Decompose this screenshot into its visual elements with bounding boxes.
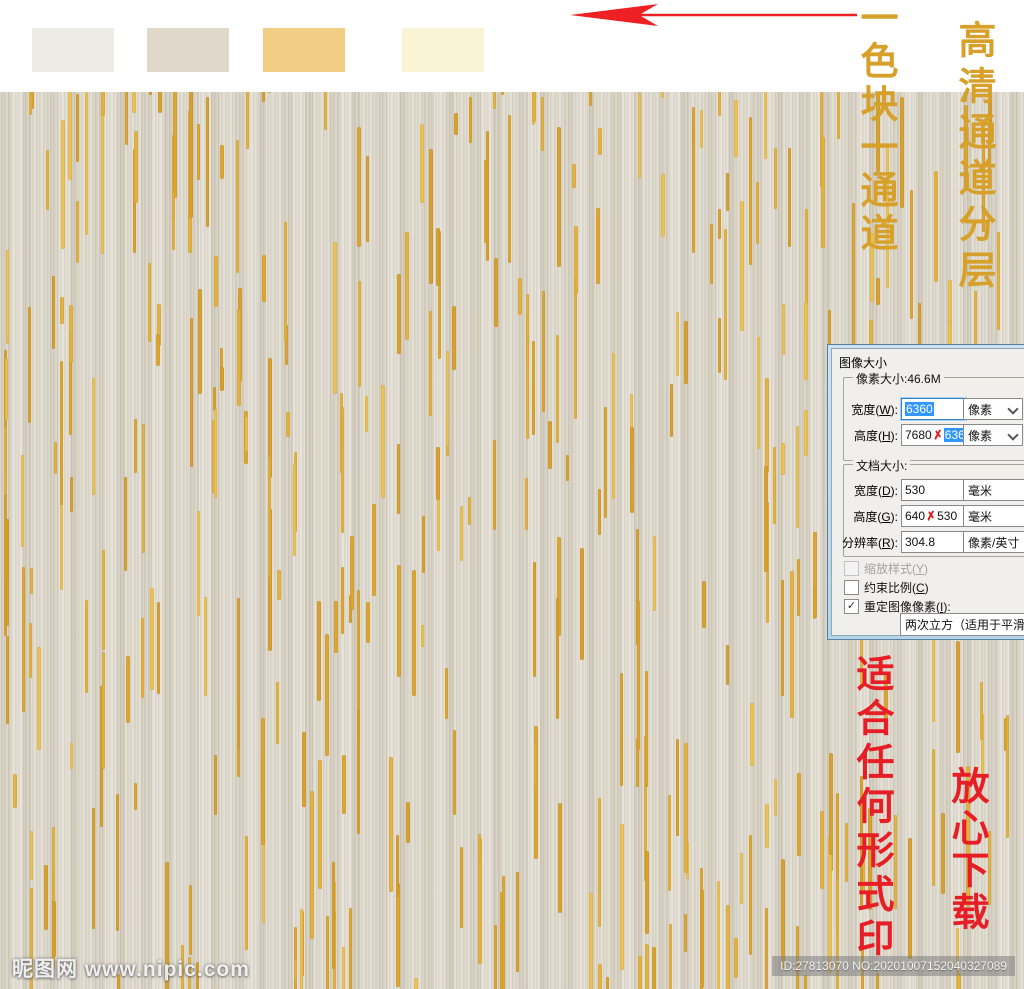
- site-name: 昵图网: [12, 958, 78, 981]
- page: 高清通道分层 一色块一通道 适合任何形式印 放心下载 图像大小 像素大小:46.…: [0, 0, 1024, 989]
- doc-width-input[interactable]: 530: [901, 479, 966, 501]
- image-id-badge: ID:27813070 NO:20201007152040327089: [772, 956, 1015, 976]
- resample-method-select[interactable]: 两次立方（适用于平滑渐变: [900, 613, 1024, 636]
- resolution-label: 分辨率(R):: [841, 536, 898, 550]
- doc-height-unit-select[interactable]: 毫米: [963, 505, 1024, 527]
- doc-height-unit-value: 毫米: [968, 509, 993, 524]
- pixel-width-unit-value: 像素: [968, 402, 993, 417]
- strikeout-x-icon: ✗: [931, 427, 944, 443]
- document-size-group-label: 文档大小:: [853, 457, 911, 474]
- dialog-title: 图像大小: [839, 356, 888, 370]
- nipic-watermark: 昵图网 www.nipic.com: [12, 953, 250, 983]
- resample-method-value: 两次立方（适用于平滑渐变: [905, 618, 1024, 632]
- callout-one-block-one-channel: 一色块一通道: [854, 0, 899, 256]
- doc-height-new-value: 530: [937, 509, 958, 523]
- dialog-body: 图像大小 像素大小:46.6M 宽度(W): 6360 像素 高度(H): 76…: [831, 348, 1024, 636]
- strikeout-x-icon: ✗: [925, 508, 938, 524]
- checkbox-checked-icon: ✓: [844, 599, 859, 614]
- checkbox-icon: [844, 561, 859, 576]
- pixel-width-unit-select[interactable]: 像素: [963, 398, 1023, 420]
- pixel-height-unit-value: 像素: [968, 428, 993, 443]
- doc-width-unit-select[interactable]: 毫米: [963, 479, 1024, 501]
- doc-width-label: 宽度(D):: [853, 484, 898, 498]
- chevron-down-icon: [1007, 429, 1019, 441]
- pixel-height-input[interactable]: 7680 ✗ 6360: [901, 424, 966, 446]
- doc-height-input[interactable]: 640 ✗ 530: [901, 505, 966, 527]
- constrain-proportions-label: 约束比例(C): [864, 581, 929, 595]
- resolution-input[interactable]: 304.8: [901, 531, 966, 553]
- checkbox-icon: [844, 580, 859, 595]
- callout-download-safely: 放心下载: [945, 766, 990, 934]
- pixel-height-old-value: 7680: [905, 428, 932, 442]
- pixel-height-unit-select[interactable]: 像素: [963, 424, 1023, 446]
- doc-height-label: 高度(G):: [853, 510, 898, 524]
- callout-hd-channels: 高清通道分层: [952, 20, 997, 296]
- pixel-width-input[interactable]: 6360: [901, 398, 966, 420]
- doc-width-unit-value: 毫米: [968, 483, 993, 498]
- site-url: www.nipic.com: [84, 958, 250, 981]
- resolution-unit-select[interactable]: 像素/英寸: [963, 531, 1024, 553]
- doc-width-value: 530: [905, 483, 926, 497]
- pixel-height-label: 高度(H):: [853, 429, 898, 443]
- scale-styles-label: 缩放样式(Y): [864, 562, 929, 576]
- resolution-unit-value: 像素/英寸: [968, 535, 1020, 550]
- resolution-value: 304.8: [905, 535, 936, 549]
- image-size-dialog: 图像大小 像素大小:46.6M 宽度(W): 6360 像素 高度(H): 76…: [827, 344, 1024, 640]
- scale-styles-checkbox: 缩放样式(Y): [844, 560, 928, 577]
- constrain-proportions-checkbox[interactable]: 约束比例(C): [844, 579, 929, 596]
- chevron-down-icon: [1007, 403, 1019, 415]
- pixel-size-group-label: 像素大小:46.6M: [853, 370, 944, 387]
- pixel-width-value: 6360: [905, 402, 934, 416]
- doc-height-old-value: 640: [905, 509, 926, 523]
- pixel-width-label: 宽度(W):: [851, 403, 898, 417]
- callout-fit-any-print: 适合任何形式印: [850, 654, 895, 962]
